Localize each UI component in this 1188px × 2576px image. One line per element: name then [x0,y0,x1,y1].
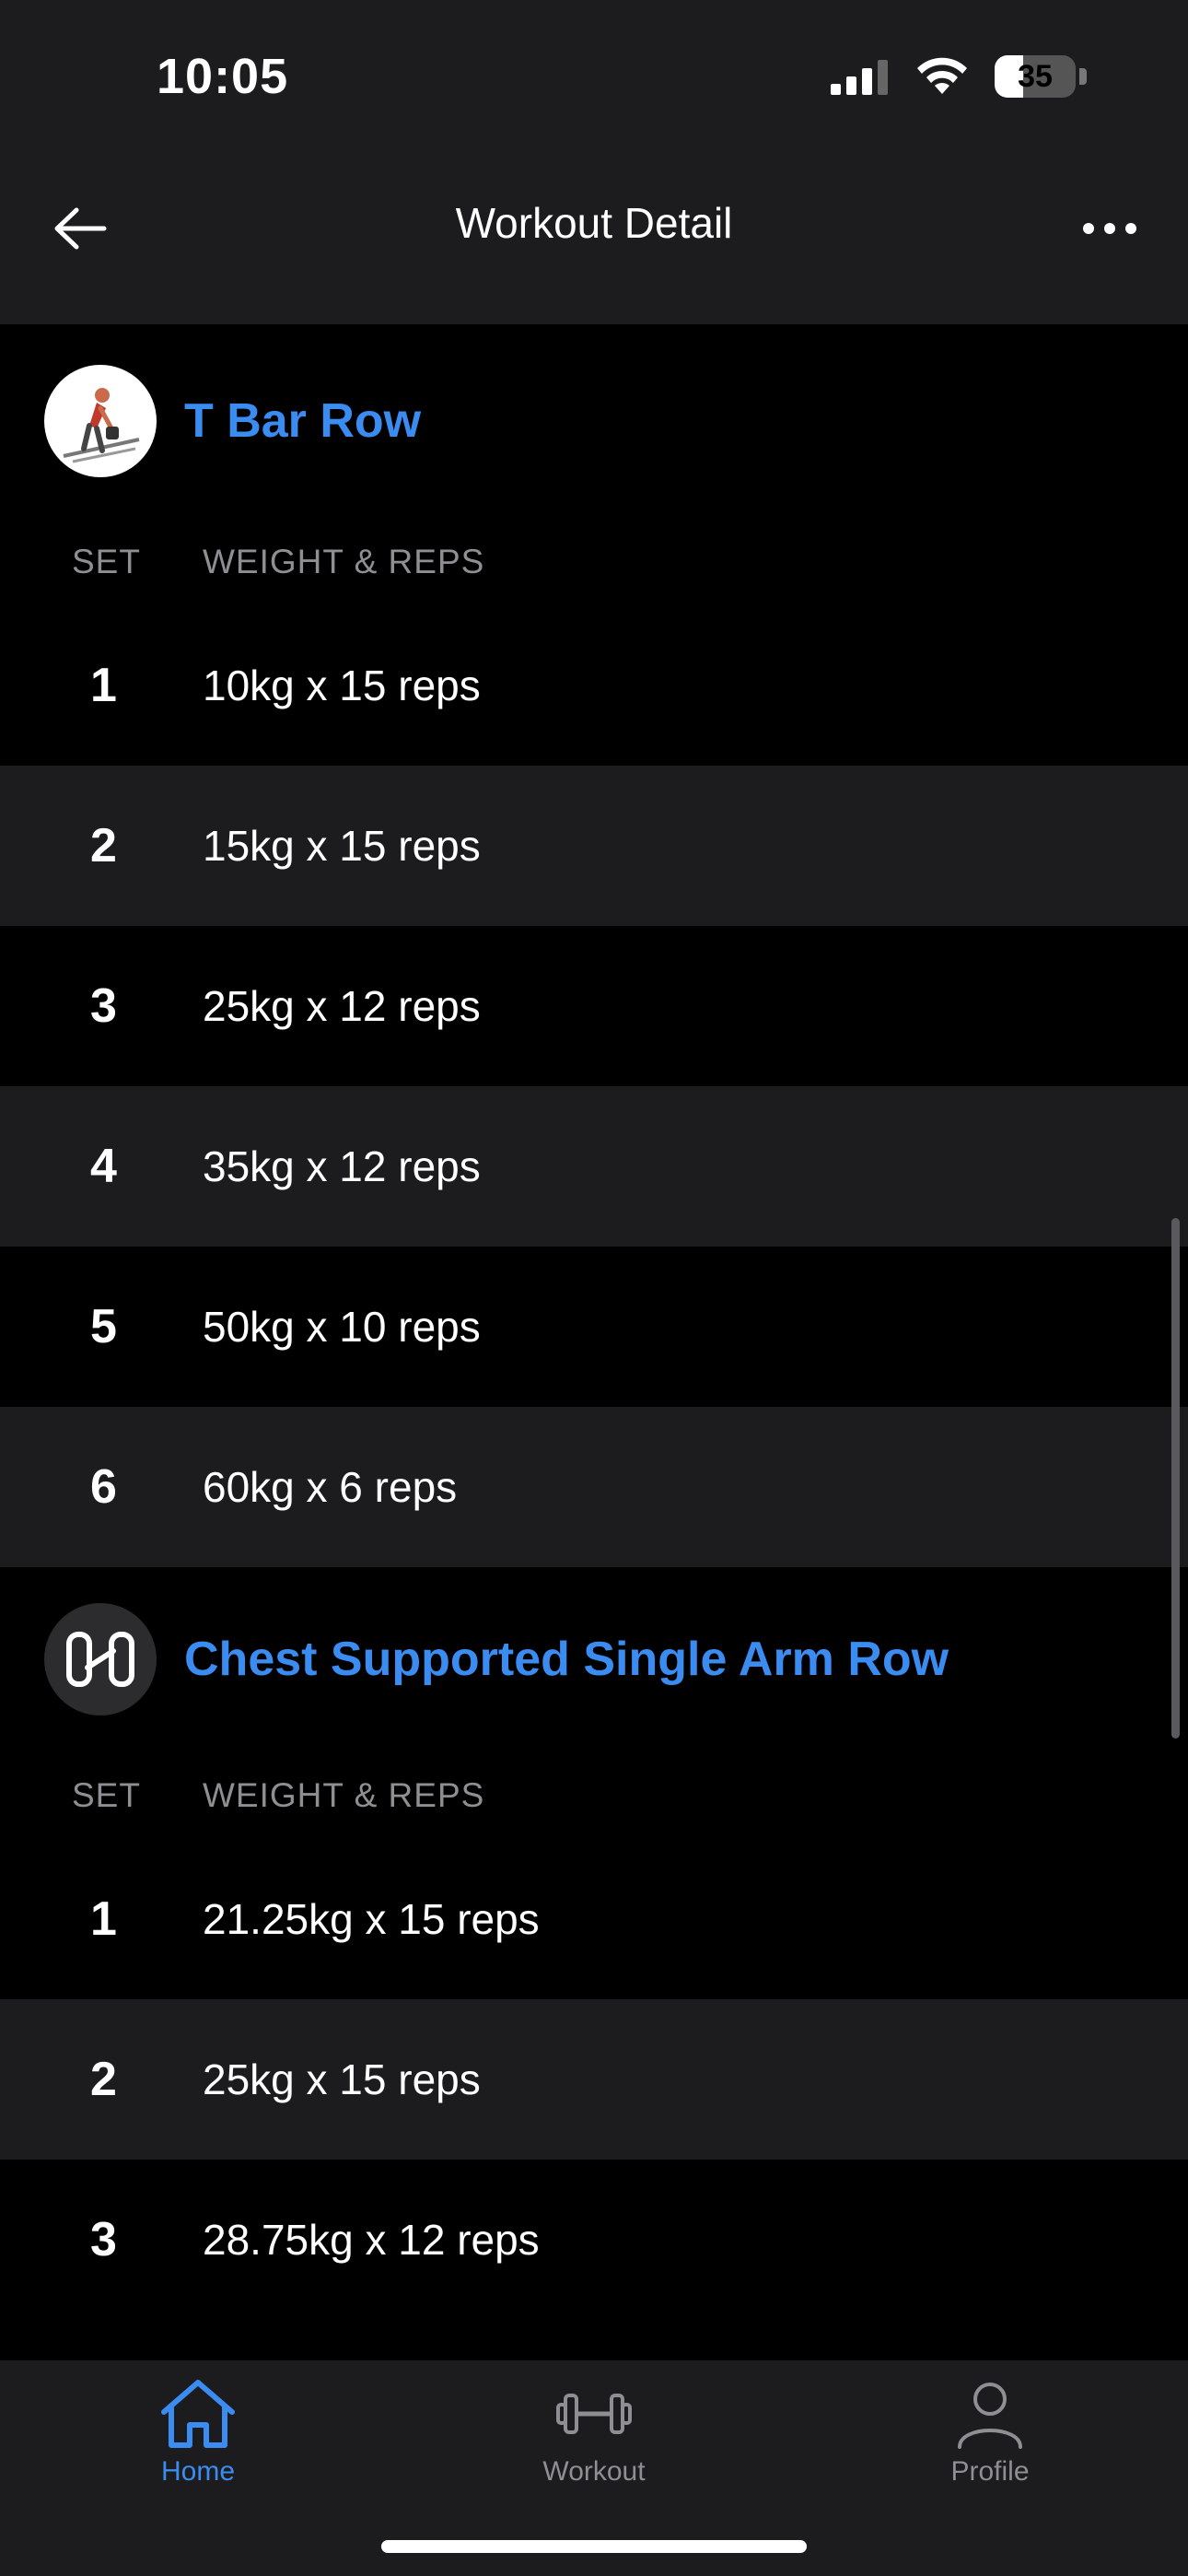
navigation-bar: Workout Detail [0,161,1188,324]
t-bar-row-illustration-icon [63,388,140,463]
set-row: 1 21.25kg x 15 reps [0,1839,1188,1999]
tab-profile[interactable]: Profile [792,2360,1188,2576]
set-row: 3 25kg x 12 reps [0,926,1188,1086]
battery-indicator: 35 [995,55,1087,98]
exercise-name[interactable]: T Bar Row [184,393,421,449]
status-bar: 10:05 35 [0,0,1188,161]
set-number: 4 [90,1140,117,1193]
set-weight-reps: 25kg x 12 reps [203,982,481,1030]
more-options-button[interactable] [1077,196,1142,261]
tab-label: Profile [950,2456,1030,2487]
set-weight-reps: 28.75kg x 12 reps [203,2216,540,2264]
set-row: 2 15kg x 15 reps [0,766,1188,926]
set-number: 3 [90,979,117,1033]
dumbbell-icon [556,2394,632,2434]
battery-level: 35 [1018,58,1053,94]
set-weight-reps: 15kg x 15 reps [203,822,481,870]
wifi-icon [917,57,967,94]
home-icon [161,2380,235,2448]
exercise-thumbnail [44,365,157,477]
home-indicator[interactable] [381,2540,807,2553]
status-time: 10:05 [157,49,289,104]
exercise-header[interactable]: T Bar Row [0,324,1188,518]
set-column-header: SET [72,542,141,580]
set-number: 5 [90,1300,117,1353]
exercise-header[interactable]: Chest Supported Single Arm Row [0,1567,1188,1751]
set-number: 1 [90,1892,117,1946]
workout-content[interactable]: T Bar Row SET WEIGHT & REPS 1 10kg x 15 … [0,324,1188,2360]
tab-label: Workout [542,2456,646,2487]
column-headers: SET WEIGHT & REPS [0,518,1188,605]
set-row: 6 60kg x 6 reps [0,1407,1188,1567]
battery-icon: 35 [995,55,1076,98]
status-icons: 35 [831,55,1087,98]
set-weight-reps: 60kg x 6 reps [203,1463,458,1511]
scrollbar[interactable] [1171,1218,1180,1739]
cellular-signal-icon [831,60,888,95]
set-number: 2 [90,2053,117,2106]
app-logo-icon [66,1632,134,1687]
tab-label: Home [160,2456,236,2487]
set-weight-reps: 25kg x 15 reps [203,2055,481,2103]
set-number: 1 [90,659,117,712]
weight-reps-column-header: WEIGHT & REPS [203,542,485,580]
set-row: 4 35kg x 12 reps [0,1086,1188,1247]
weight-reps-column-header: WEIGHT & REPS [203,1775,485,1814]
set-row: 1 10kg x 15 reps [0,605,1188,766]
set-row: 3 28.75kg x 12 reps [0,2160,1188,2320]
set-weight-reps: 35kg x 12 reps [203,1142,481,1190]
set-row: 5 50kg x 10 reps [0,1247,1188,1407]
person-icon [958,2383,1022,2449]
set-weight-reps: 50kg x 10 reps [203,1303,481,1351]
set-number: 6 [90,1460,117,1514]
exercise-thumbnail [44,1603,157,1715]
page-title: Workout Detail [455,199,733,247]
set-column-header: SET [72,1775,141,1814]
exercise-name[interactable]: Chest Supported Single Arm Row [184,1632,949,1687]
tab-home[interactable]: Home [0,2360,396,2576]
column-headers: SET WEIGHT & REPS [0,1751,1188,1839]
set-row: 2 25kg x 15 reps [0,1999,1188,2160]
set-weight-reps: 21.25kg x 15 reps [203,1895,540,1943]
set-number: 3 [90,2213,117,2266]
set-weight-reps: 10kg x 15 reps [203,662,481,709]
ellipsis-icon [1083,223,1136,234]
set-number: 2 [90,819,117,872]
